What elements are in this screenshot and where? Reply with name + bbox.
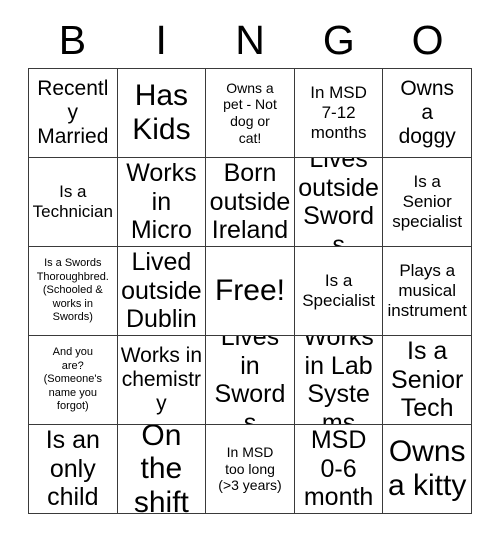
bingo-cell-label: Owns a kitty: [388, 435, 467, 502]
bingo-cell-g4[interactable]: Works in Lab Systems: [294, 336, 384, 425]
bingo-cell-n4[interactable]: Lives in Swords: [206, 336, 295, 425]
bingo-cell-label: Lived outside Dublin: [121, 248, 202, 334]
bingo-cell-label: Is a Technician: [32, 182, 113, 221]
bingo-cell-label: Free!: [214, 274, 285, 308]
bingo-cell-b5[interactable]: Is an only child: [29, 425, 118, 514]
bingo-cell-label: And you are? (Someone's name you forgot): [43, 346, 102, 413]
bingo-grid: Recently Married Has Kids Owns a pet - N…: [28, 68, 472, 514]
header-letter-b: B: [58, 16, 87, 63]
bingo-cell-o5[interactable]: Owns a kitty: [383, 425, 472, 514]
bingo-card: B I N G O Recently Married Has Kids Owns…: [28, 12, 472, 514]
header-letter-i: I: [155, 16, 167, 63]
bingo-cell-label: Works in Lab Systems: [303, 336, 374, 425]
bingo-cell-label: Is a Senior Tech: [391, 337, 464, 423]
bingo-cell-free-space[interactable]: Free!: [206, 247, 295, 336]
bingo-cell-o4[interactable]: Is a Senior Tech: [383, 336, 472, 425]
bingo-cell-label: Is a Swords Thoroughbred. (Schooled & wo…: [36, 257, 109, 324]
bingo-cell-label: Lives outside Swords: [298, 158, 379, 247]
bingo-cell-b3[interactable]: Is a Swords Thoroughbred. (Schooled & wo…: [29, 247, 118, 336]
bingo-cell-label: Owns a pet - Not dog or cat!: [223, 79, 277, 146]
bingo-cell-n1[interactable]: Owns a pet - Not dog or cat!: [206, 69, 295, 158]
bingo-cell-label: Plays a musical instrument: [387, 261, 467, 320]
header-letter-g: G: [322, 16, 355, 63]
bingo-cell-label: Is a Specialist: [302, 271, 375, 310]
bingo-cell-label: Is a Senior specialist: [392, 172, 463, 231]
bingo-cell-o3[interactable]: Plays a musical instrument: [383, 247, 472, 336]
bingo-header: B I N G O: [28, 12, 472, 68]
bingo-cell-label: Works in Micro: [126, 159, 197, 245]
bingo-cell-g2[interactable]: Lives outside Swords: [294, 158, 384, 247]
header-letter-o: O: [411, 16, 444, 63]
bingo-cell-label: Is an only child: [45, 426, 100, 512]
bingo-cell-label: Born outside Ireland: [209, 159, 291, 245]
bingo-cell-label: Has Kids: [132, 79, 191, 146]
bingo-cell-g1[interactable]: In MSD 7-12 months: [294, 69, 384, 158]
bingo-cell-i1[interactable]: Has Kids: [117, 69, 207, 158]
bingo-cell-label: In MSD 7-12 months: [310, 83, 367, 142]
bingo-cell-b4[interactable]: And you are? (Someone's name you forgot): [29, 336, 118, 425]
bingo-cell-g5[interactable]: In MSD 0-6 months: [294, 425, 384, 514]
bingo-cell-i5[interactable]: On the shift: [117, 425, 207, 514]
bingo-cell-o2[interactable]: Is a Senior specialist: [383, 158, 472, 247]
bingo-cell-i3[interactable]: Lived outside Dublin: [117, 247, 207, 336]
bingo-cell-label: Works in chemistry: [120, 343, 203, 416]
bingo-cell-g3[interactable]: Is a Specialist: [294, 247, 384, 336]
header-letter-n: N: [235, 16, 265, 63]
bingo-cell-label: In MSD too long (>3 years): [218, 444, 282, 494]
bingo-cell-o1[interactable]: Owns a doggy: [383, 69, 472, 158]
bingo-cell-label: Owns a doggy: [398, 76, 456, 149]
bingo-cell-label: On the shift: [133, 425, 189, 514]
bingo-cell-b1[interactable]: Recently Married: [29, 69, 118, 158]
bingo-cell-label: Lives in Swords: [214, 336, 286, 425]
bingo-cell-label: Recently Married: [37, 76, 109, 149]
bingo-cell-n2[interactable]: Born outside Ireland: [206, 158, 295, 247]
bingo-cell-i2[interactable]: Works in Micro: [117, 158, 207, 247]
bingo-cell-n5[interactable]: In MSD too long (>3 years): [206, 425, 295, 514]
bingo-cell-label: In MSD 0-6 months: [303, 425, 374, 513]
bingo-cell-b2[interactable]: Is a Technician: [29, 158, 118, 247]
bingo-cell-i4[interactable]: Works in chemistry: [117, 336, 207, 425]
